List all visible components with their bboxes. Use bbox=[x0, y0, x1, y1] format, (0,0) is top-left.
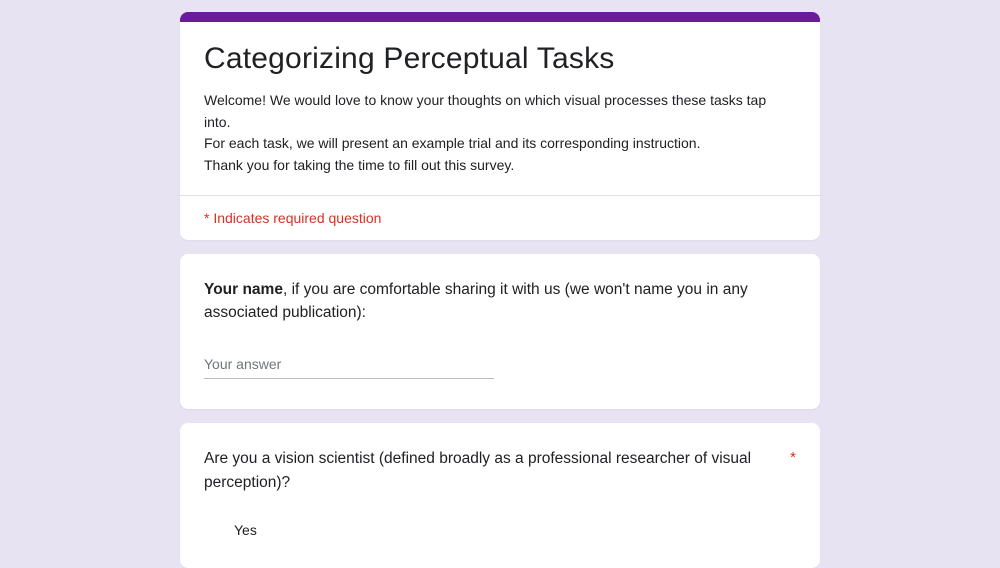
description-line-3: Thank you for taking the time to fill ou… bbox=[204, 157, 514, 173]
form-title: Categorizing Perceptual Tasks bbox=[204, 42, 796, 76]
form-description: Welcome! We would love to know your thou… bbox=[204, 90, 796, 177]
question-name-rest: , if you are comfortable sharing it with… bbox=[204, 281, 748, 321]
form-container: Categorizing Perceptual Tasks Welcome! W… bbox=[180, 0, 820, 568]
question-scientist-text: Are you a vision scientist (defined broa… bbox=[204, 447, 770, 494]
question-scientist-card: Are you a vision scientist (defined broa… bbox=[180, 423, 820, 568]
question-name-title: Your name, if you are comfortable sharin… bbox=[204, 278, 796, 325]
description-line-1: Welcome! We would love to know your thou… bbox=[204, 92, 766, 130]
description-line-2: For each task, we will present an exampl… bbox=[204, 135, 700, 151]
required-notice: * Indicates required question bbox=[180, 195, 820, 240]
form-header-card: Categorizing Perceptual Tasks Welcome! W… bbox=[180, 12, 820, 240]
name-input[interactable] bbox=[204, 352, 494, 379]
required-asterisk: * bbox=[790, 447, 796, 470]
question-name-bold: Your name bbox=[204, 281, 283, 298]
header-content: Categorizing Perceptual Tasks Welcome! W… bbox=[180, 22, 820, 195]
radio-option-yes[interactable]: Yes bbox=[204, 522, 796, 538]
question-scientist-title-row: Are you a vision scientist (defined broa… bbox=[204, 447, 796, 494]
question-name-card: Your name, if you are comfortable sharin… bbox=[180, 254, 820, 410]
